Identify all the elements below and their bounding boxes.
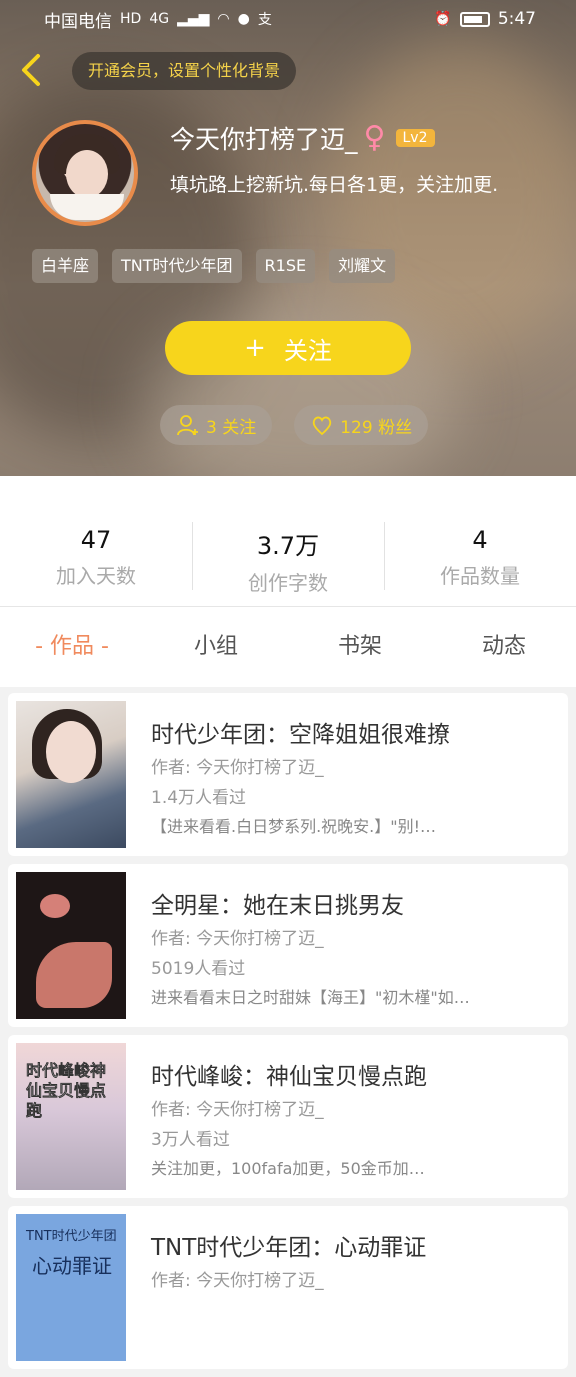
works-list: 时代少年团：空降姐姐很难撩 作者: 今天你打榜了迈_ 1.4万人看过 【进来看看… <box>8 693 568 1377</box>
plus-icon: + <box>244 333 266 363</box>
book-description: 进来看看末日之时甜妹【海王】"初木槿"如… <box>151 988 470 1007</box>
book-cover: 时代峰峻神仙宝贝慢点跑 <box>16 1043 126 1190</box>
book-author: 作者: 今天你打榜了迈_ <box>151 1271 324 1291</box>
cover-text: 时代峰峻神仙宝贝慢点跑 <box>26 1061 107 1121</box>
back-arrow-icon[interactable] <box>14 50 50 90</box>
book-views: 5019人看过 <box>151 959 246 979</box>
stat-label: 作品数量 <box>440 564 520 588</box>
network-icon: 4G <box>149 11 170 27</box>
fans-button[interactable]: 129 粉丝 <box>294 405 429 445</box>
avatar[interactable] <box>32 120 138 226</box>
book-title: 时代峰峻：神仙宝贝慢点跑 <box>151 1064 427 1090</box>
tab-bookshelf[interactable]: 书架 <box>288 607 432 687</box>
hd-icon: HD <box>120 11 142 27</box>
book-card[interactable]: TNT时代少年团 心动罪证 TNT时代少年团：心动罪证 作者: 今天你打榜了迈_ <box>8 1206 568 1369</box>
book-description: 关注加更，100fafa加更，50金币加… <box>151 1159 425 1178</box>
female-icon: ♀ <box>363 120 386 155</box>
book-title: 全明星：她在末日挑男友 <box>151 893 404 919</box>
level-badge: Lv2 <box>395 129 435 147</box>
stat-value: 47 <box>80 526 112 554</box>
heart-icon <box>313 416 332 436</box>
book-description: 【进来看看.白日梦系列.祝晚安.】"别!… <box>151 817 437 836</box>
status-bar: 中国电信 HD 4G ▂▄▆ ◠ ● 支 ⏰ 5:47 <box>0 0 576 38</box>
book-views: 3万人看过 <box>151 1130 230 1150</box>
book-card[interactable]: 时代少年团：空降姐姐很难撩 作者: 今天你打榜了迈_ 1.4万人看过 【进来看看… <box>8 693 568 856</box>
carrier-label: 中国电信 <box>44 11 112 32</box>
username: 今天你打榜了迈_ <box>170 125 358 154</box>
tab-works[interactable]: - 作品 - <box>0 607 144 687</box>
book-cover <box>16 872 126 1019</box>
tag-item[interactable]: TNT时代少年团 <box>112 249 242 283</box>
alipay-icon: 支 <box>257 12 272 28</box>
book-author: 作者: 今天你打榜了迈_ <box>151 1100 324 1120</box>
book-title: TNT时代少年团：心动罪证 <box>151 1235 427 1261</box>
tag-item[interactable]: 白羊座 <box>32 249 99 283</box>
battery-icon <box>459 11 490 27</box>
stat-value: 3.7万 <box>256 532 320 560</box>
following-count: 3 关注 <box>206 417 257 438</box>
tag-item[interactable]: 刘耀文 <box>329 249 396 283</box>
tab-groups[interactable]: 小组 <box>144 607 288 687</box>
cover-text-top: TNT时代少年团 <box>26 1229 117 1244</box>
cover-text-main: 心动罪证 <box>32 1254 112 1278</box>
signal-icon: ▂▄▆ <box>177 11 210 27</box>
book-cover: TNT时代少年团 心动罪证 <box>16 1214 126 1361</box>
stats-panel: 47 加入天数 3.7万 创作字数 4 作品数量 <box>0 476 576 607</box>
user-add-icon <box>177 415 198 436</box>
profile-header: 中国电信 HD 4G ▂▄▆ ◠ ● 支 ⏰ 5:47 开通会员，设置个性化背景… <box>0 0 576 476</box>
stat-value: 4 <box>472 526 488 554</box>
book-author: 作者: 今天你打榜了迈_ <box>151 929 324 949</box>
user-bio: 填坑路上挖新坑.每日各1更，关注加更. <box>170 174 499 196</box>
book-title: 时代少年团：空降姐姐很难撩 <box>151 722 450 748</box>
member-background-prompt[interactable]: 开通会员，设置个性化背景 <box>72 52 297 90</box>
stat-word-count: 3.7万 创作字数 <box>192 476 384 606</box>
follow-button[interactable]: + 关注 <box>165 321 411 375</box>
book-card[interactable]: 全明星：她在末日挑男友 作者: 今天你打榜了迈_ 5019人看过 进来看看末日之… <box>8 864 568 1027</box>
book-views: 1.4万人看过 <box>151 788 247 808</box>
following-button[interactable]: 3 关注 <box>160 405 273 445</box>
stat-works-count: 4 作品数量 <box>384 476 576 606</box>
social-stats: 3 关注 129 粉丝 <box>160 405 429 445</box>
wifi-icon: ◠ <box>217 11 230 27</box>
fans-count: 129 粉丝 <box>340 417 413 438</box>
tag-list: 白羊座 TNT时代少年团 R1SE 刘耀文 <box>32 249 396 283</box>
stat-label: 创作字数 <box>248 571 328 595</box>
book-author: 作者: 今天你打榜了迈_ <box>151 758 324 778</box>
tag-item[interactable]: R1SE <box>255 249 316 283</box>
book-card[interactable]: 时代峰峻神仙宝贝慢点跑 时代峰峻：神仙宝贝慢点跑 作者: 今天你打榜了迈_ 3万… <box>8 1035 568 1198</box>
stat-join-days: 47 加入天数 <box>0 476 192 606</box>
tab-bar: - 作品 - 小组 书架 动态 <box>0 607 576 687</box>
name-row: 今天你打榜了迈_ ♀ Lv2 <box>170 120 435 156</box>
alarm-icon: ⏰ <box>434 11 452 27</box>
follow-button-label: 关注 <box>283 336 332 365</box>
wechat-icon: ● <box>237 11 250 27</box>
clock: 5:47 <box>497 9 536 29</box>
stat-label: 加入天数 <box>56 564 136 588</box>
tab-activity[interactable]: 动态 <box>432 607 576 687</box>
book-cover <box>16 701 126 848</box>
